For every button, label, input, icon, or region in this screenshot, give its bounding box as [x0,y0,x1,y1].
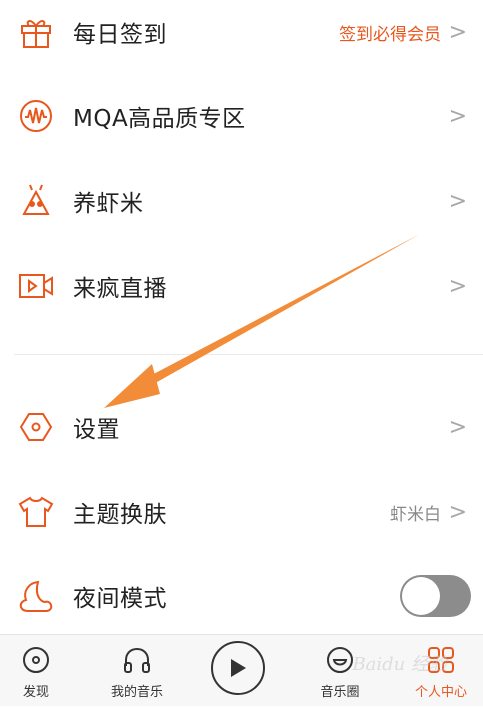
mqa-waveform-icon [18,98,54,134]
video-camera-icon [18,268,54,304]
menu-item-raise-xiami[interactable]: 养虾米 > [0,171,483,231]
menu-item-label: 夜间模式 [73,586,167,612]
tab-label: 发现 [22,685,49,700]
moon-cloud-icon [18,578,54,614]
chevron-right-icon: > [448,273,467,299]
gear-icon [18,409,54,445]
tab-discover[interactable]: 发现 [14,635,58,707]
gift-icon [18,14,54,50]
menu-item-theme[interactable]: 主题换肤 虾米白 > [0,482,483,542]
shrimp-pet-icon [18,183,54,219]
disc-icon [21,645,51,675]
menu-item-label: MQA高品质专区 [73,106,246,132]
tab-label: 音乐圈 [320,685,360,700]
tab-my-music[interactable]: 我的音乐 [104,635,170,707]
menu-item-label: 主题换肤 [73,502,167,528]
menu-item-label: 养虾米 [73,191,144,217]
section-divider [14,354,483,355]
checkin-promo-text: 签到必得会员 [339,24,441,45]
tab-label: 个人中心 [414,685,467,700]
menu-item-label: 来疯直播 [73,276,167,302]
menu-item-mqa[interactable]: MQA高品质专区 > [0,86,483,146]
chevron-right-icon: > [448,19,467,45]
chevron-right-icon: > [448,414,467,440]
tab-label: 我的音乐 [110,685,163,700]
play-button[interactable] [211,641,265,695]
night-mode-toggle[interactable] [400,575,471,617]
menu-item-daily-checkin[interactable]: 每日签到 签到必得会员 > [0,2,483,62]
tshirt-icon [18,494,54,530]
toggle-knob [402,577,440,615]
smile-icon [325,645,355,675]
play-icon [231,659,246,677]
menu-item-label: 每日签到 [73,22,167,48]
bottom-tab-bar: 发现 我的音乐 音乐圈 个人中心 Baidu 经验 [0,634,483,706]
chevron-right-icon: > [448,103,467,129]
menu-item-settings[interactable]: 设置 > [0,397,483,457]
chevron-right-icon: > [448,188,467,214]
menu-item-live[interactable]: 来疯直播 > [0,256,483,316]
menu-item-label: 设置 [73,417,120,443]
watermark: Baidu 经验 [352,654,447,675]
current-theme-value: 虾米白 [390,504,441,525]
chevron-right-icon: > [448,499,467,525]
menu-item-night-mode: 夜间模式 [0,566,483,626]
headphones-icon [122,645,152,675]
